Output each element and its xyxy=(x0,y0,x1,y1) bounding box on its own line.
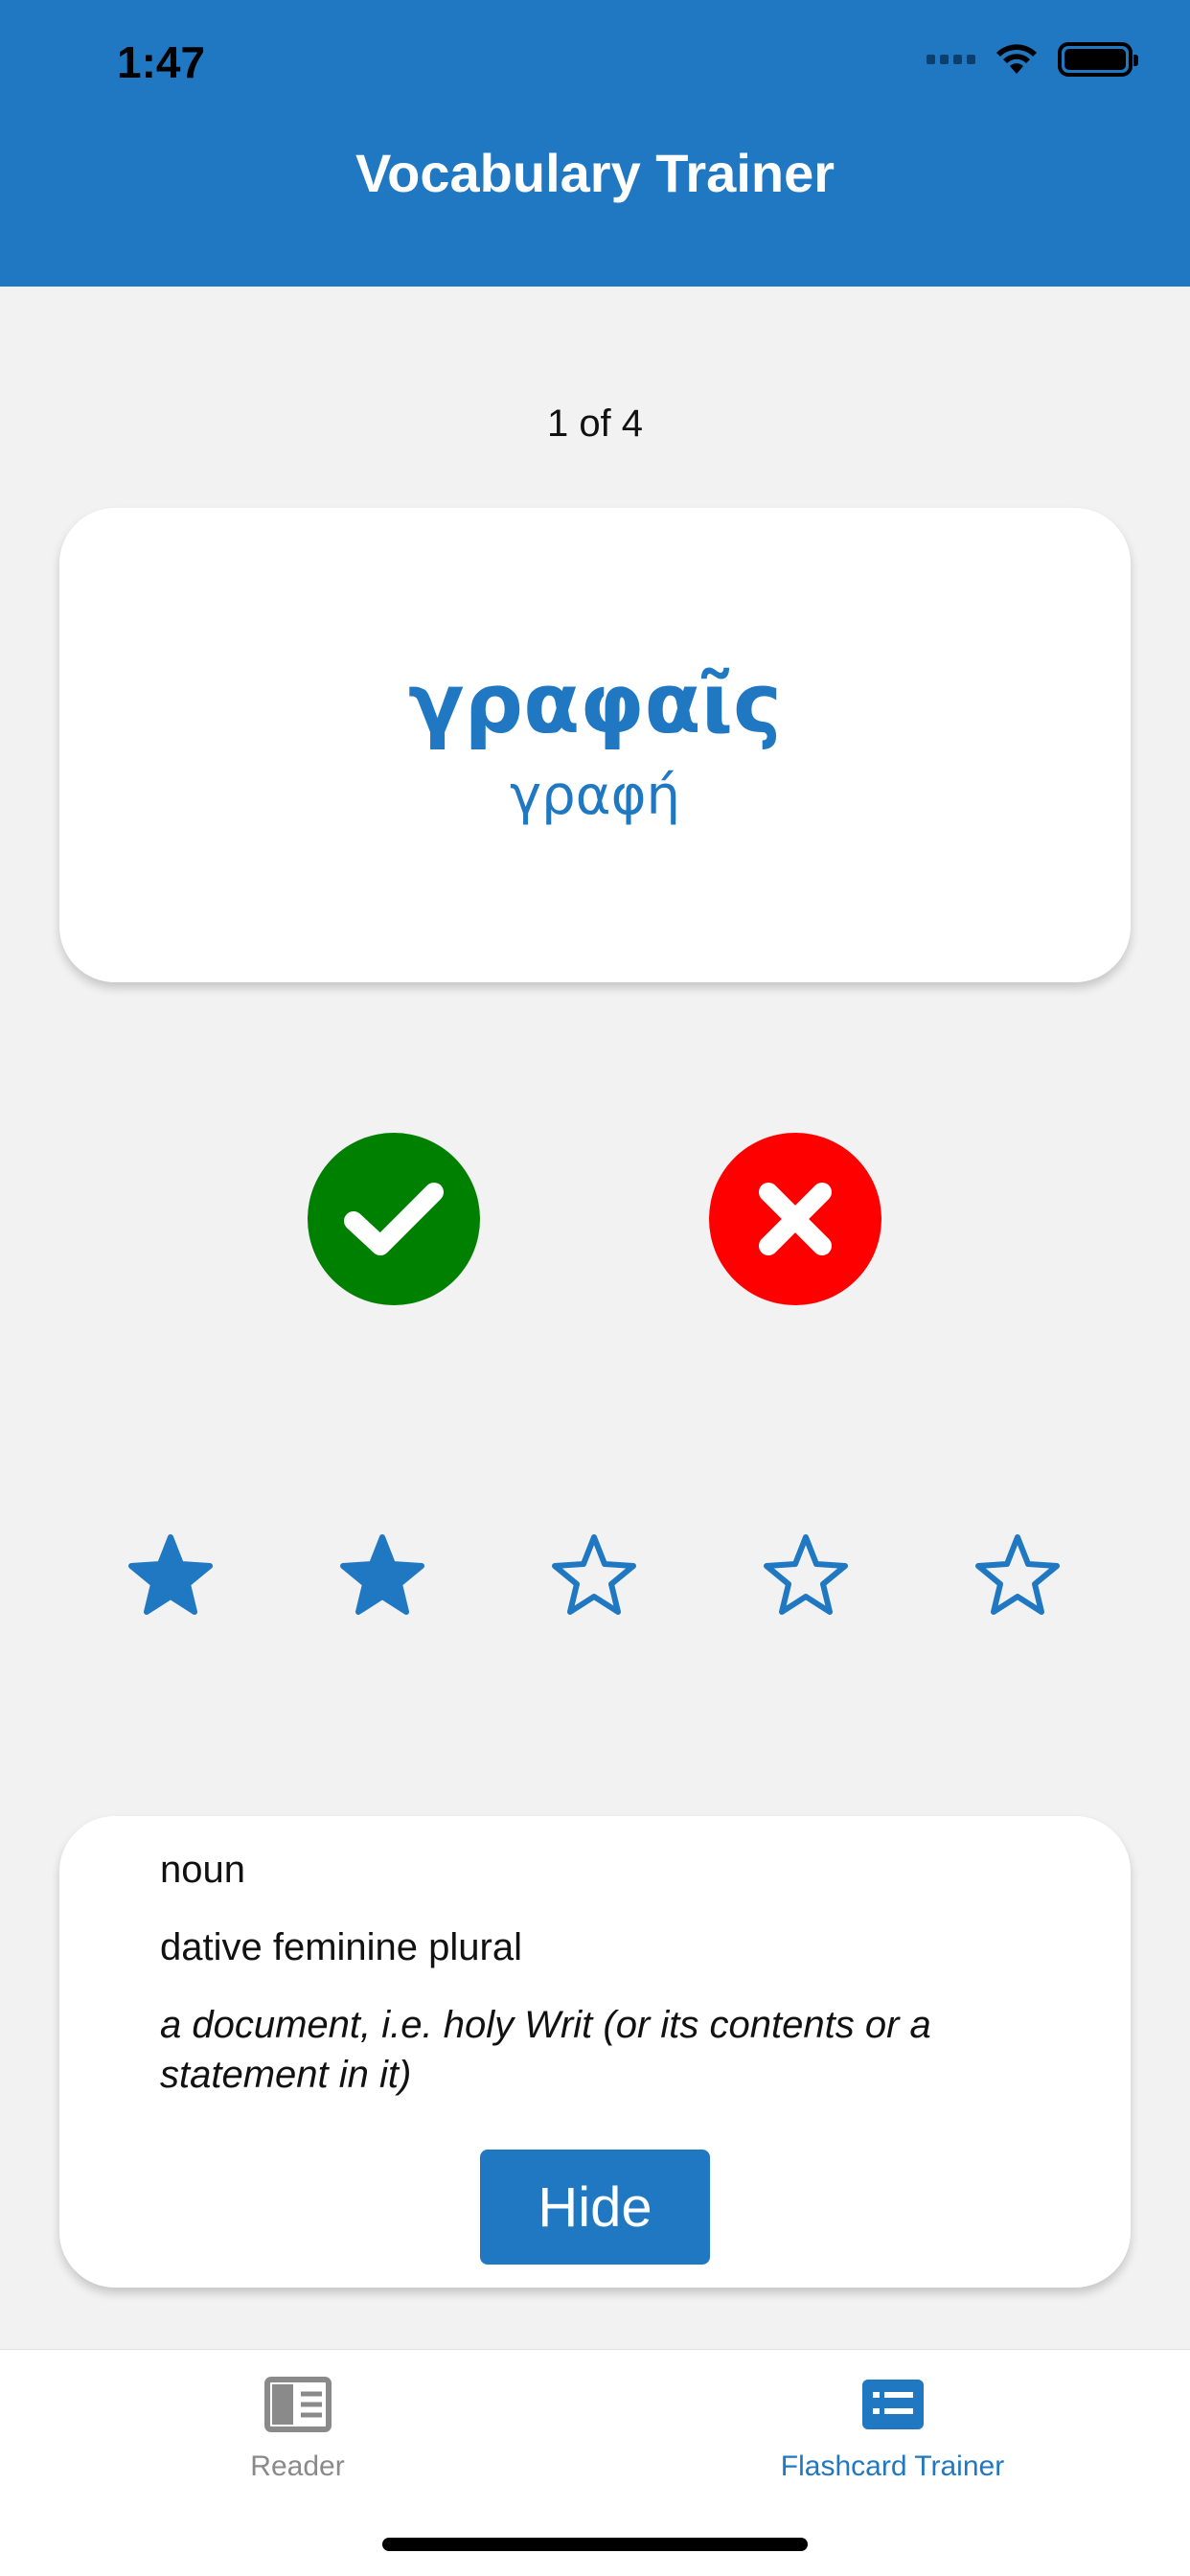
battery-icon xyxy=(1058,42,1138,77)
cellular-signal-icon xyxy=(927,55,975,64)
tab-label-flashcard-trainer: Flashcard Trainer xyxy=(780,2450,1005,2482)
status-icons xyxy=(927,42,1138,77)
wrong-button[interactable] xyxy=(709,1133,881,1305)
correct-button[interactable] xyxy=(308,1133,480,1305)
flashcard-lemma: γραφή xyxy=(509,765,681,827)
definition-card: noun dative feminine plural a document, … xyxy=(59,1816,1131,2288)
star-empty-icon[interactable] xyxy=(974,1533,1061,1616)
flashcard-icon xyxy=(862,2380,924,2429)
part-of-speech: noun xyxy=(160,1849,245,1891)
wifi-icon xyxy=(996,44,1037,74)
gloss: a document, i.e. holy Writ (or its conte… xyxy=(160,2004,931,2096)
reader-icon xyxy=(264,2377,332,2432)
app-header: 1:47 Vocabulary Trainer xyxy=(0,0,1190,287)
parsing: dative feminine plural xyxy=(160,1926,522,1968)
flashcard[interactable]: γραφαῖς γραφή xyxy=(59,508,1131,982)
tab-label-reader: Reader xyxy=(250,2450,345,2482)
page-title: Vocabulary Trainer xyxy=(355,143,835,203)
star-empty-icon[interactable] xyxy=(763,1533,849,1616)
tab-flashcard-trainer[interactable]: Flashcard Trainer xyxy=(595,2350,1190,2542)
close-icon xyxy=(759,1183,832,1255)
star-filled-icon[interactable] xyxy=(127,1533,214,1616)
flashcard-word: γραφαῖς xyxy=(407,656,783,752)
star-filled-icon[interactable] xyxy=(339,1533,425,1616)
card-counter: 1 of 4 xyxy=(546,402,644,445)
hide-button[interactable]: Hide xyxy=(480,2150,710,2265)
star-empty-icon[interactable] xyxy=(551,1533,637,1616)
home-indicator xyxy=(382,2538,808,2551)
tab-reader[interactable]: Reader xyxy=(0,2350,595,2542)
status-time: 1:47 xyxy=(117,37,206,87)
check-icon xyxy=(344,1183,444,1255)
